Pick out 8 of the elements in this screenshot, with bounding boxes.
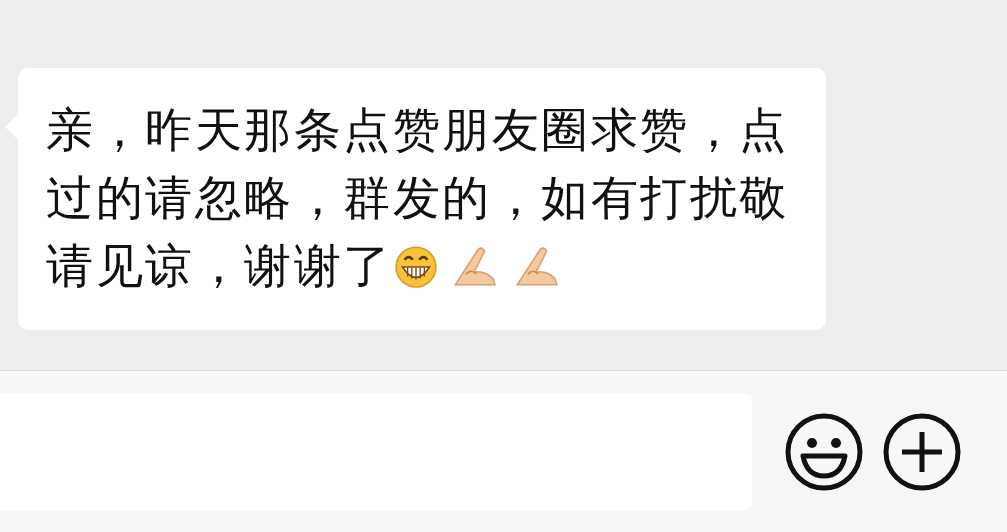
message-text-line: 请见谅，谢谢了	[46, 237, 393, 295]
emoji-button[interactable]	[784, 411, 864, 492]
grinning-face-icon	[392, 243, 439, 289]
smiley-icon	[784, 411, 864, 492]
message-text-line: 亲，昨天那条点赞朋友圈求赞，点	[46, 102, 789, 157]
message-text-line: 过的请忽略，群发的，如有打扰敬	[46, 170, 789, 225]
add-button[interactable]	[882, 411, 962, 492]
plus-icon	[882, 411, 962, 492]
